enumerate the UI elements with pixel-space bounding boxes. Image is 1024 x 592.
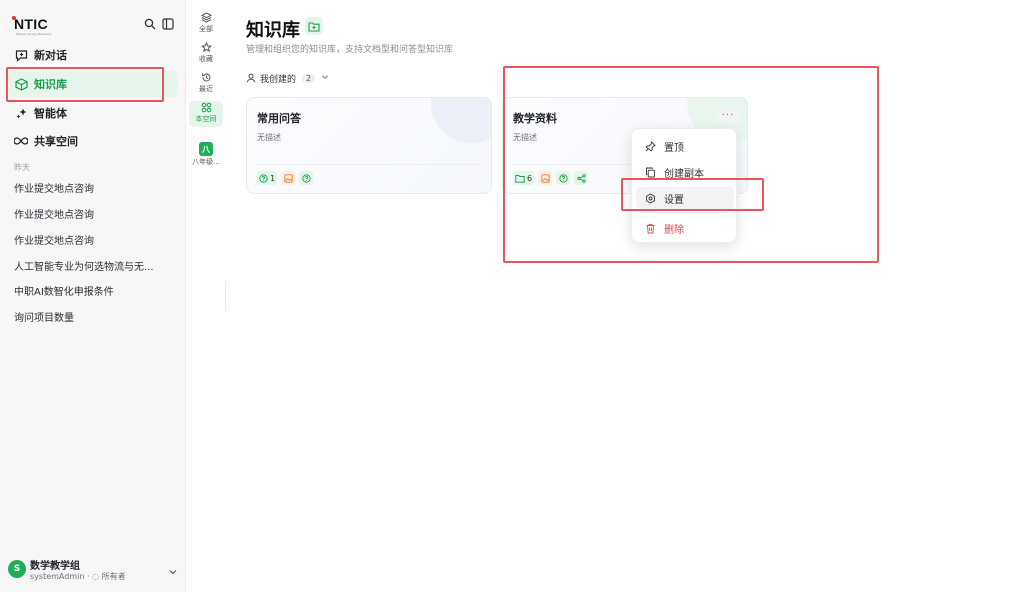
pin-icon (644, 140, 656, 152)
star-icon (200, 42, 212, 53)
rail-item-label: 收藏 (199, 55, 213, 63)
nav-agents-label: 智能体 (34, 107, 67, 120)
chevron-down-icon (321, 73, 329, 84)
image-icon (281, 171, 296, 185)
menu-item-duplicate[interactable]: 创建副本 (636, 161, 734, 183)
infinity-icon (14, 134, 28, 148)
card-tags: 1 (257, 171, 314, 185)
card-decoration (431, 98, 491, 143)
message-plus-icon (14, 48, 28, 62)
nav-agents[interactable]: 智能体 (8, 100, 178, 126)
divider (257, 164, 481, 165)
settings-icon (644, 192, 656, 204)
image-icon (538, 171, 553, 185)
history-section-label: 昨天 (14, 163, 30, 172)
card-desc: 无描述 (257, 133, 281, 142)
sparkle-icon (14, 106, 28, 120)
rail-item-all[interactable]: 全部 (189, 11, 223, 37)
knowledge-card[interactable]: 常用问答 无描述 1 (246, 97, 492, 194)
card-desc: 无描述 (513, 133, 537, 142)
tag-count: 1 (270, 173, 276, 183)
sidebar: NTIC Please Survey Business 新对话 知识库 智能体 … (0, 0, 186, 592)
filter-label: 我创建的 (260, 74, 297, 85)
logo: NTIC (14, 16, 48, 32)
knowledge-cube-icon (14, 77, 28, 91)
page-subtitle: 管理和组织您的知识库，支持文档型和问答型知识库 (246, 45, 454, 55)
nav-new-chat[interactable]: 新对话 (8, 42, 178, 68)
card-context-menu: 置顶 创建副本 设置 删除 (631, 128, 737, 243)
page-title: 知识库 (246, 20, 300, 41)
menu-item-delete[interactable]: 删除 (636, 217, 734, 239)
tag-count: 6 (527, 173, 533, 183)
rail-item-label: 本空间 (195, 115, 217, 123)
grid-icon (201, 102, 211, 113)
avatar: S (8, 560, 26, 578)
rail-item-label: 最近 (199, 85, 213, 93)
user-icon (246, 73, 256, 83)
rail-item-favorites[interactable]: 收藏 (189, 41, 223, 67)
question-icon: 1 (257, 171, 278, 185)
user-name: 数学教学组 (30, 561, 80, 572)
logo-subtext: Please Survey Business (16, 32, 52, 36)
divider (225, 282, 226, 310)
logo-row: NTIC Please Survey Business (12, 14, 178, 36)
user-profile[interactable]: S 数学教学组 systemAdmin · ◌ 所有者 (8, 556, 180, 584)
menu-item-label: 置顶 (664, 142, 684, 154)
sidebar-toggle-icon[interactable] (160, 16, 176, 32)
history-item[interactable]: 人工智能专业为何选物流与无... (14, 258, 174, 273)
history-item[interactable]: 询问项目数量 (14, 309, 174, 324)
help-circle-icon (299, 171, 314, 185)
nav-knowledge-base[interactable]: 知识库 (8, 71, 178, 97)
folder-icon: 6 (513, 171, 535, 185)
rail-item-label: 八年级... (192, 158, 220, 166)
card-title: 常用问答 (257, 112, 301, 125)
history-item[interactable]: 作业提交地点咨询 (14, 232, 174, 247)
history-item[interactable]: 作业提交地点咨询 (14, 180, 174, 195)
chevron-down-icon[interactable] (168, 562, 178, 581)
rail-item-grade8-space[interactable]: 八 八年级... (187, 141, 225, 167)
history-item[interactable]: 作业提交地点咨询 (14, 206, 174, 221)
nav-shared-space[interactable]: 共享空间 (8, 128, 178, 154)
folder-add-icon[interactable] (305, 17, 323, 35)
history-item[interactable]: 中职AI数智化申报条件 (14, 283, 174, 298)
search-icon[interactable] (142, 16, 158, 32)
nav-knowledge-base-label: 知识库 (34, 78, 67, 91)
help-circle-icon (556, 171, 571, 185)
rail-item-this-space[interactable]: 本空间 (189, 101, 223, 127)
card-title: 教学资料 (513, 112, 557, 125)
history-icon (201, 73, 210, 82)
rail-item-label: 全部 (199, 25, 213, 33)
space-badge: 八 (199, 142, 213, 156)
trash-icon (644, 222, 656, 234)
menu-item-label: 设置 (664, 194, 684, 206)
layers-icon (200, 12, 212, 23)
space-rail: 全部 收藏 最近 本空间 八 八年级... (187, 0, 225, 310)
divider (640, 212, 728, 213)
rail-item-recent[interactable]: 最近 (189, 71, 223, 97)
menu-item-settings[interactable]: 设置 (636, 187, 734, 209)
nav-new-chat-label: 新对话 (34, 49, 67, 62)
card-tags: 6 (513, 171, 589, 185)
more-options-button[interactable]: ··· (717, 106, 739, 124)
menu-item-label: 创建副本 (664, 168, 704, 180)
user-role: systemAdmin · ◌ 所有者 (30, 572, 126, 581)
copy-icon (644, 166, 656, 178)
menu-item-pin[interactable]: 置顶 (636, 135, 734, 157)
owner-filter[interactable]: 我创建的 2 (246, 71, 329, 85)
share-icon (574, 171, 589, 185)
filter-count: 2 (302, 73, 316, 83)
menu-item-label: 删除 (664, 224, 684, 236)
nav-shared-space-label: 共享空间 (34, 135, 78, 148)
